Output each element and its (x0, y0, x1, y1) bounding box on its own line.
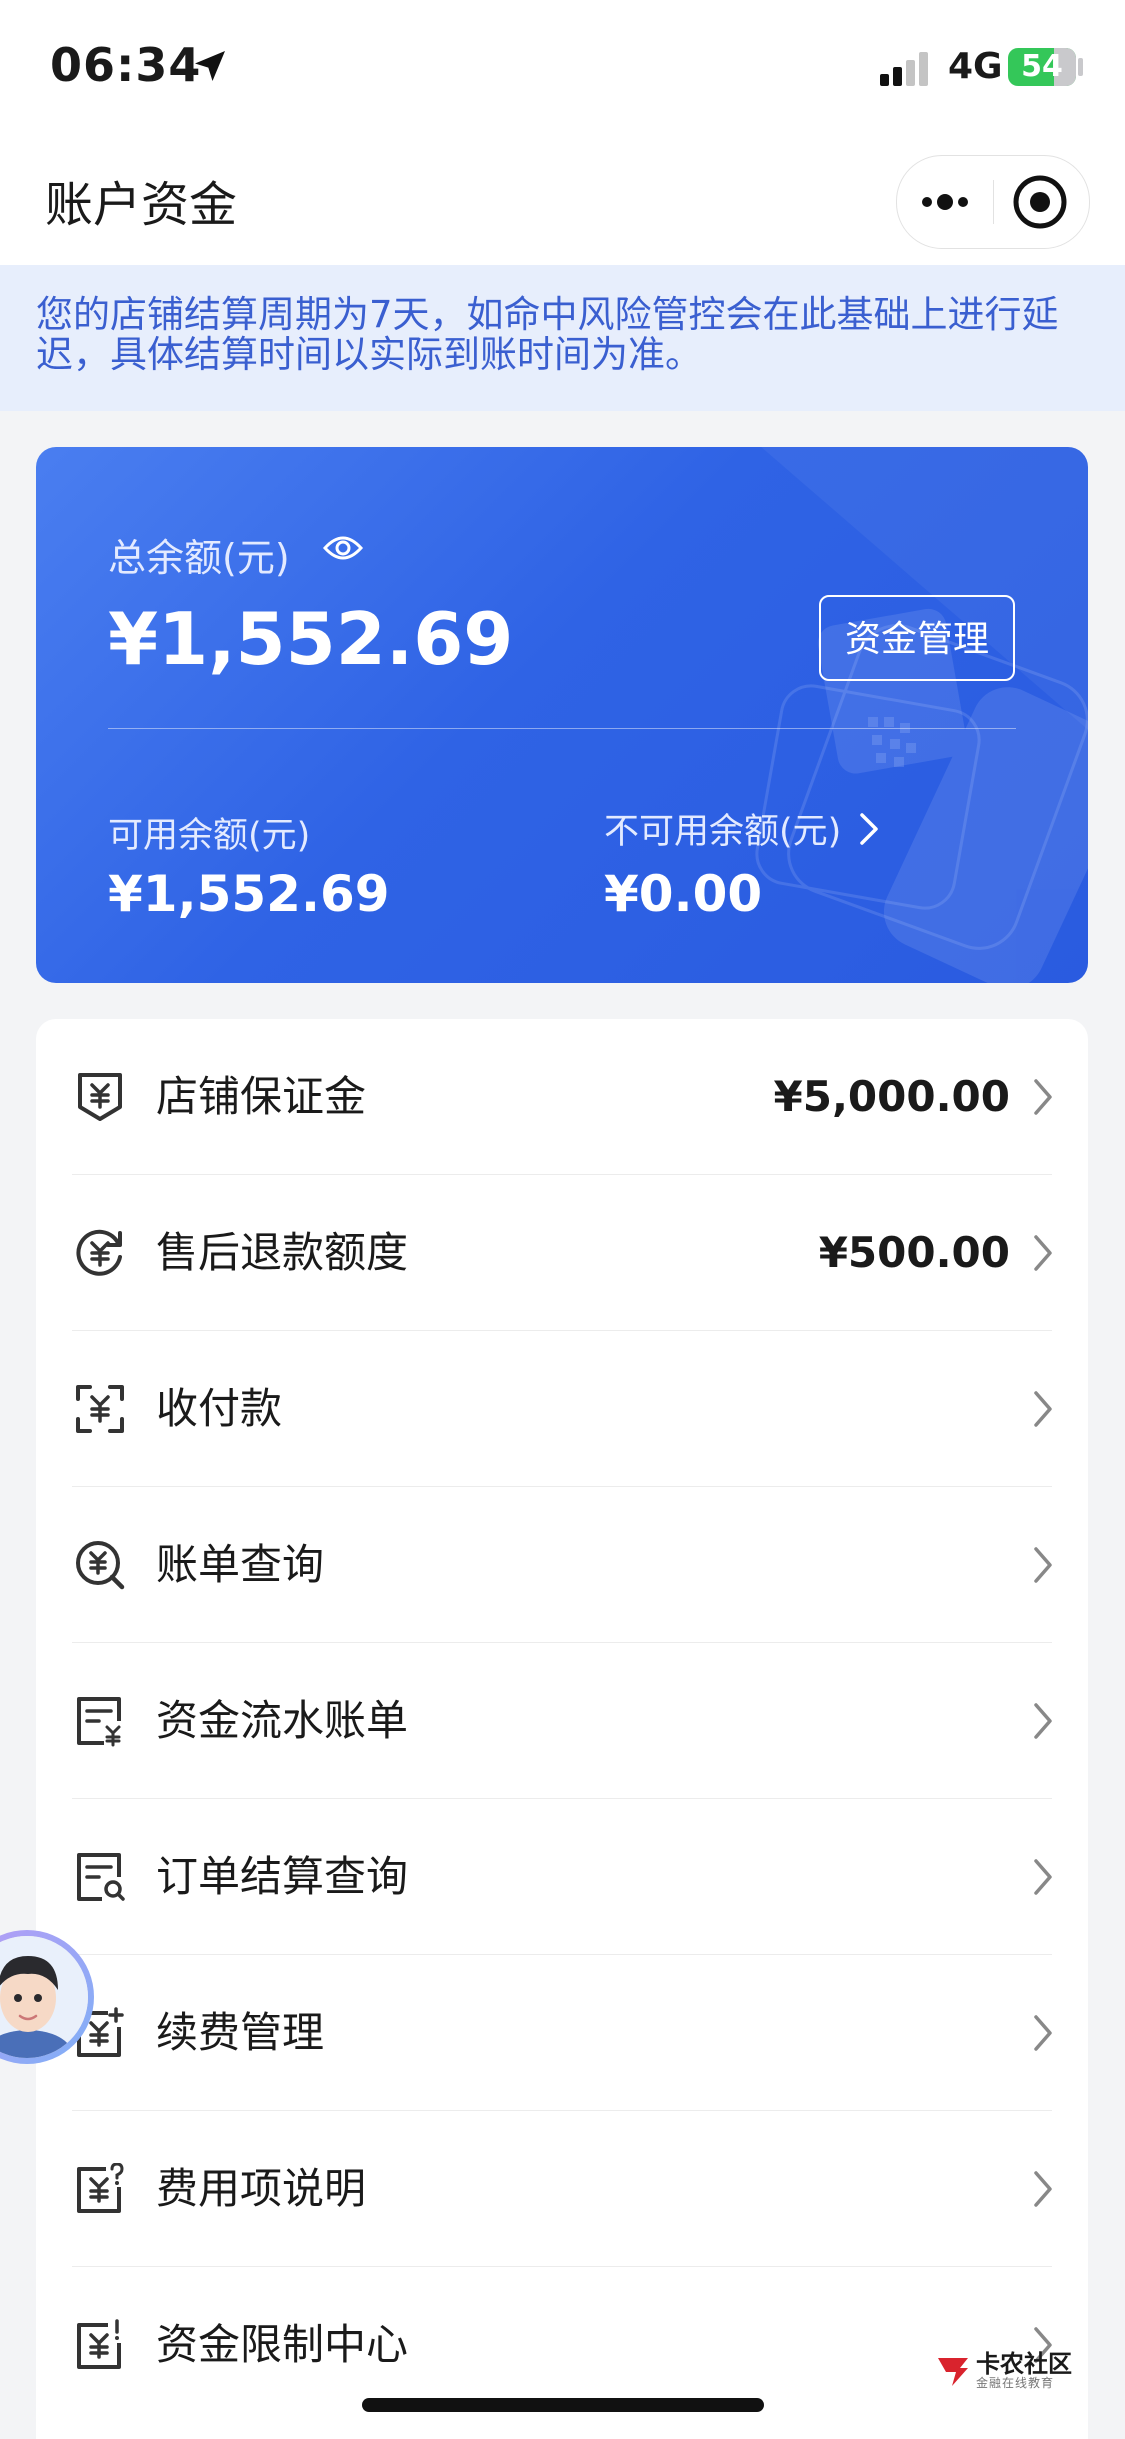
shield-yuan-icon (78, 1073, 122, 1121)
menu-item-label: 续费管理 (156, 2008, 325, 2057)
order-search-icon (77, 1853, 125, 1901)
watermark-logo-icon (938, 2358, 968, 2386)
total-balance-label: 总余额(元) (108, 536, 290, 580)
menu-item-shop-deposit[interactable]: 店铺保证金 ¥5,000.00 (36, 1019, 1088, 1175)
fund-limit-icon (77, 2319, 121, 2369)
total-balance-amount: ¥1,552.69 (108, 597, 514, 681)
navigation-header: 账户资金 (0, 135, 1125, 265)
fund-management-button[interactable]: 资金管理 (819, 595, 1015, 681)
menu-item-order-settlement[interactable]: 订单结算查询 (36, 1799, 1088, 1955)
mini-program-capsule (896, 155, 1090, 249)
statement-yuan-icon (77, 1697, 121, 1747)
home-indicator[interactable] (362, 2398, 764, 2412)
menu-item-label: 售后退款额度 (156, 1228, 409, 1277)
search-yuan-icon (76, 1541, 125, 1590)
settlement-notice: 您的店铺结算周期为7天，如命中风险管控会在此基础上进行延迟，具体结算时间以实际到… (0, 265, 1125, 411)
refund-yuan-icon (76, 1229, 122, 1276)
scan-yuan-icon (76, 1385, 124, 1433)
chevron-right-icon (1034, 1079, 1052, 1115)
fund-menu-list: 店铺保证金 ¥5,000.00 售后退款额度 ¥500.00 收付款 账单查询 … (36, 1019, 1088, 2439)
avatar-face-icon (0, 1936, 88, 2058)
fee-question-icon (77, 2163, 124, 2213)
menu-item-renewal[interactable]: 续费管理 (36, 1955, 1088, 2111)
menu-item-label: 订单结算查询 (156, 1852, 409, 1901)
notice-text: 您的店铺结算周期为7天，如命中风险管控会在此基础上进行延迟，具体结算时间以实际到… (36, 293, 1059, 376)
page-title: 账户资金 (45, 177, 238, 233)
menu-item-label: 资金流水账单 (156, 1696, 409, 1745)
menu-item-label: 费用项说明 (156, 2164, 367, 2213)
menu-item-fee-description[interactable]: 费用项说明 (36, 2111, 1088, 2267)
eye-icon[interactable] (322, 531, 364, 565)
chevron-right-icon (1034, 1703, 1052, 1739)
community-watermark: 卡农社区 金融在线教育 (934, 2344, 1074, 2394)
chevron-right-icon (1034, 1547, 1052, 1583)
chevron-right-icon (1034, 2171, 1052, 2207)
battery-indicator: 54 (1008, 48, 1076, 86)
chevron-right-icon (1034, 2015, 1052, 2051)
available-balance-amount: ¥1,552.69 (108, 865, 390, 923)
chevron-right-icon (1034, 1859, 1052, 1895)
available-balance-label: 可用余额(元) (108, 816, 311, 856)
battery-level: 54 (1021, 49, 1063, 84)
watermark-subtitle: 金融在线教育 (976, 2376, 1055, 2390)
unavailable-balance-label[interactable]: 不可用余额(元) (604, 803, 841, 854)
location-arrow-icon (195, 51, 225, 81)
chevron-right-icon[interactable] (856, 811, 882, 847)
battery-tip (1078, 58, 1083, 76)
balance-card: 总余额(元) ¥1,552.69 资金管理 可用余额(元) ¥1,552.69 … (36, 447, 1088, 983)
menu-item-label: 收付款 (156, 1384, 283, 1433)
more-options-icon[interactable] (897, 156, 993, 248)
menu-item-bill-query[interactable]: 账单查询 (36, 1487, 1088, 1643)
menu-item-payments[interactable]: 收付款 (36, 1331, 1088, 1487)
card-divider (108, 728, 1016, 729)
cellular-signal-icon (880, 52, 928, 86)
network-type: 4G (948, 46, 1003, 87)
menu-item-label: 店铺保证金 (156, 1072, 367, 1121)
menu-item-value: ¥5,000.00 (773, 1072, 1010, 1121)
menu-item-fund-statement[interactable]: 资金流水账单 (36, 1643, 1088, 1799)
menu-item-label: 账单查询 (156, 1540, 325, 1589)
chevron-right-icon (1034, 1235, 1052, 1271)
unavailable-balance-amount: ¥0.00 (604, 865, 763, 923)
status-time: 06:34 (50, 38, 202, 92)
status-bar: 06:34 4G 54 (0, 0, 1125, 135)
close-mini-program-icon[interactable] (994, 156, 1089, 248)
chevron-right-icon (1034, 1391, 1052, 1427)
menu-item-label: 资金限制中心 (156, 2320, 409, 2369)
menu-item-value: ¥500.00 (818, 1228, 1010, 1277)
menu-item-refund-quota[interactable]: 售后退款额度 ¥500.00 (36, 1175, 1088, 1331)
